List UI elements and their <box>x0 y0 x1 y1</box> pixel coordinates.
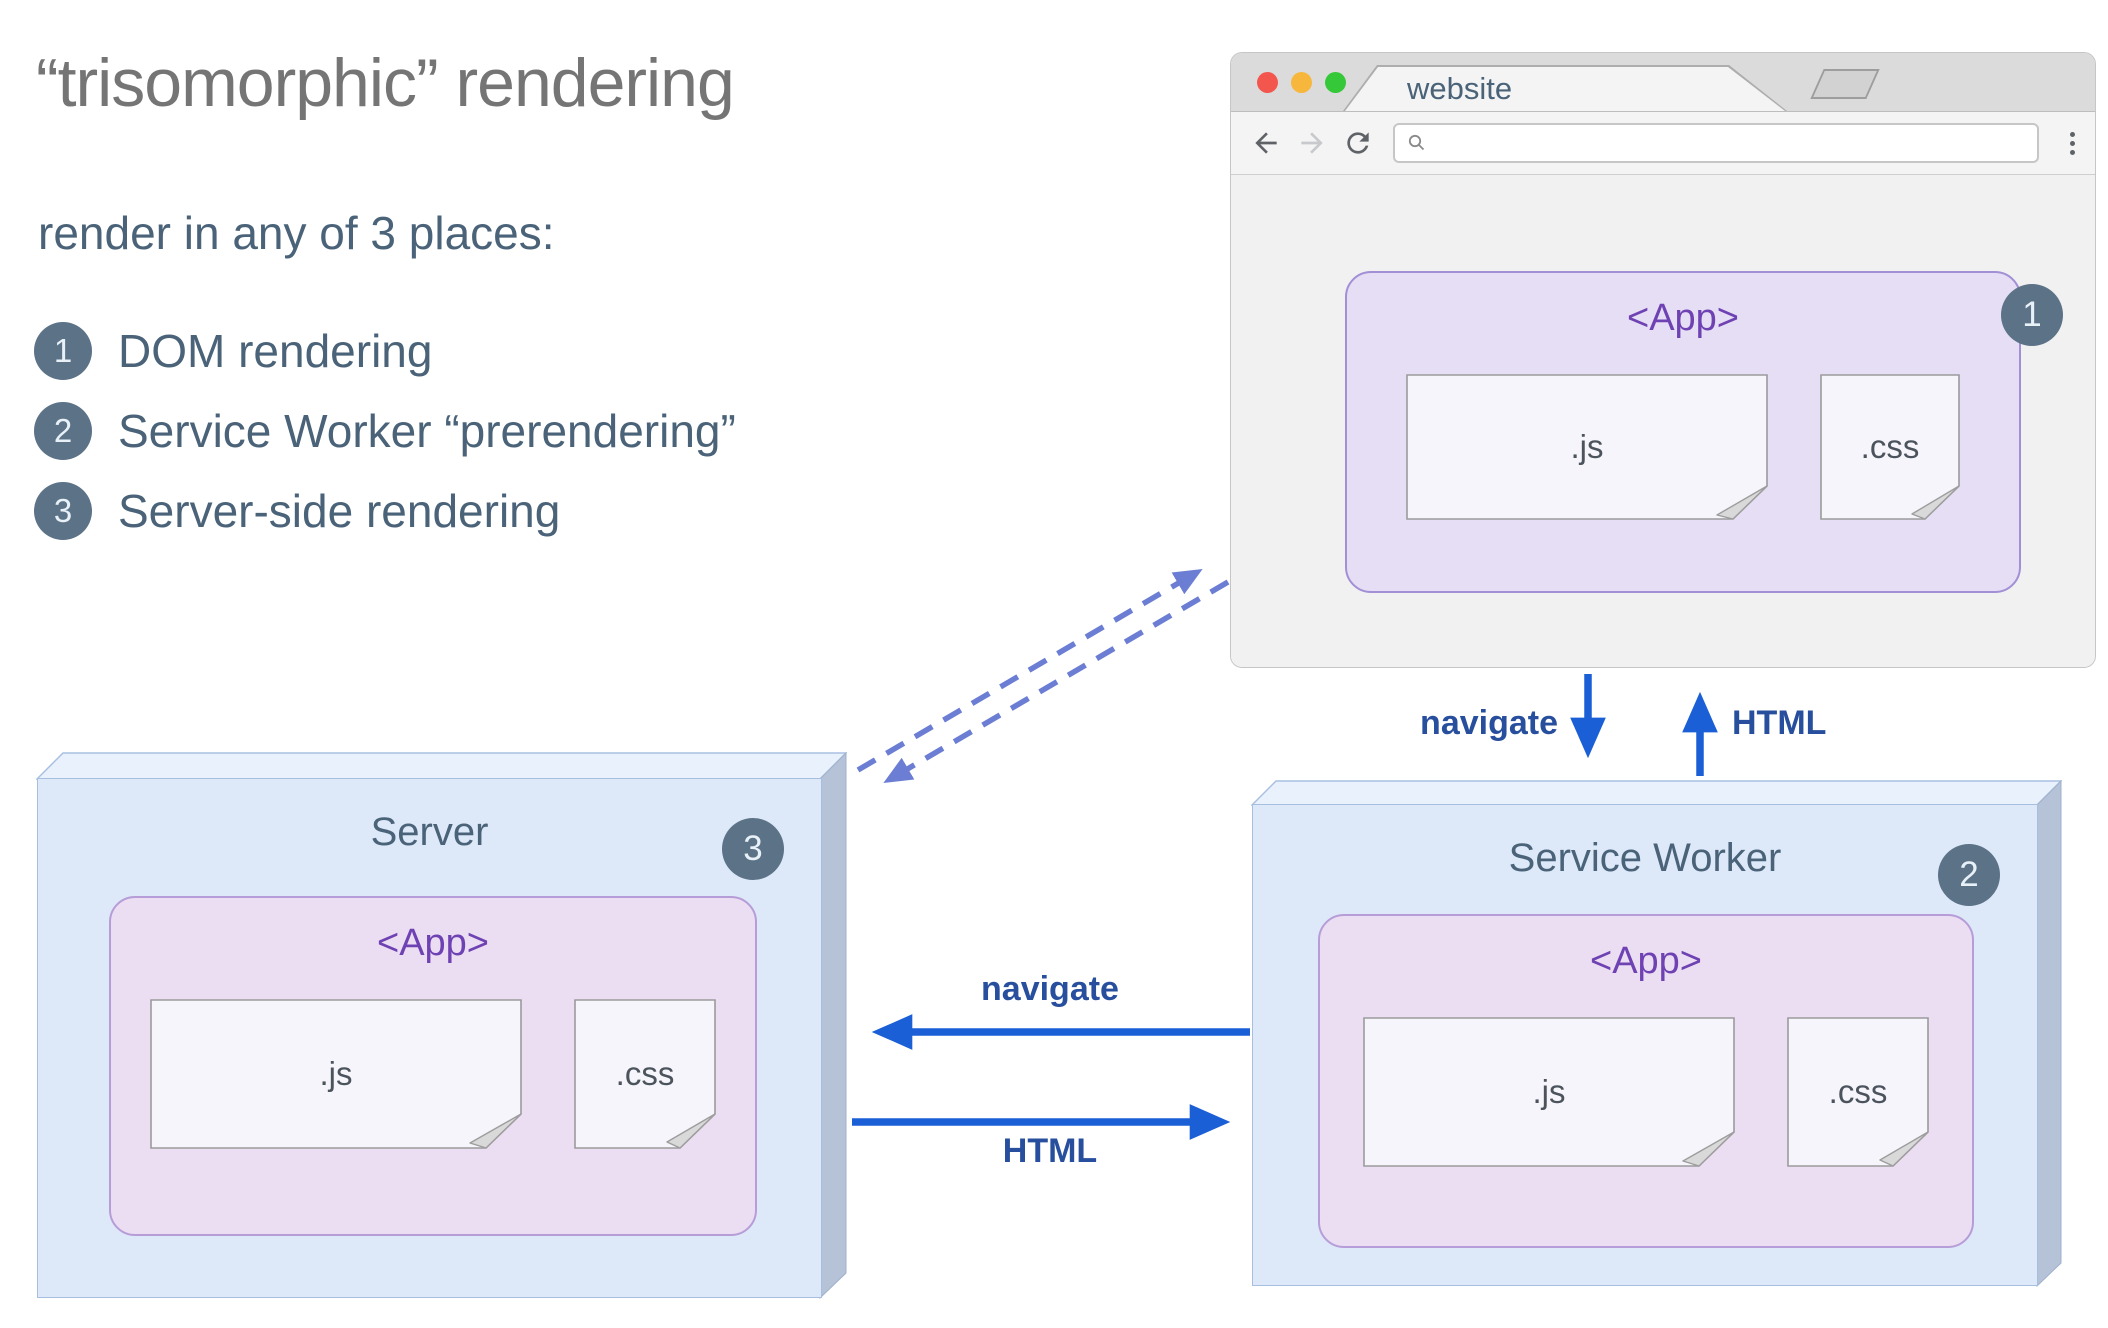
close-window-icon[interactable] <box>1257 72 1278 93</box>
forward-arrow-icon <box>1301 132 1323 154</box>
dashed-arrow-to-server <box>883 579 1230 784</box>
refresh-button[interactable] <box>1341 126 1375 160</box>
legend-badge-2: 2 <box>34 402 92 460</box>
browser-content: 1 <App> .js .css <box>1231 271 2095 667</box>
service-worker-box: Service Worker 2 <App> .js .css <box>1251 780 2062 1287</box>
search-icon <box>1408 134 1425 151</box>
page-title: “trisomorphic” rendering <box>36 45 735 121</box>
navigate-left-label: navigate <box>981 970 1119 1008</box>
navigate-down-label: navigate <box>1420 704 1558 742</box>
html-up-label: HTML <box>1732 704 1827 742</box>
server-box: Server 3 <App> .js .css <box>36 752 847 1299</box>
server-title: Server <box>370 810 489 854</box>
tab-bar: website <box>1231 53 2095 112</box>
legend-item-server-side-rendering: 3 Server-side rendering <box>34 482 736 540</box>
browser-toolbar <box>1231 112 2095 175</box>
subtitle: render in any of 3 places: <box>38 207 555 259</box>
css-file-card: .css <box>1820 374 1960 520</box>
badge-1: 1 <box>2001 284 2063 346</box>
app-component-label: <App> <box>377 922 489 964</box>
js-file-card: .js <box>1363 1017 1735 1167</box>
legend: 1 DOM rendering 2 Service Worker “preren… <box>34 322 736 540</box>
css-file-card: .css <box>1787 1017 1929 1167</box>
service-worker-title: Service Worker <box>1508 836 1782 880</box>
tab-title: website <box>1407 71 1513 106</box>
legend-label: Service Worker “prerendering” <box>118 405 736 457</box>
app-component-label: <App> <box>1590 940 1702 982</box>
legend-badge-1: 1 <box>34 322 92 380</box>
back-button[interactable] <box>1249 126 1283 160</box>
app-box-service-worker: <App> .js .css <box>1318 914 1974 1248</box>
css-file-card: .css <box>574 999 716 1149</box>
js-file-card: .js <box>150 999 522 1149</box>
forward-button[interactable] <box>1295 126 1329 160</box>
legend-item-service-worker-prerendering: 2 Service Worker “prerendering” <box>34 402 736 460</box>
maximize-window-icon[interactable] <box>1325 72 1346 93</box>
refresh-icon <box>1347 132 1369 154</box>
legend-item-dom-rendering: 1 DOM rendering <box>34 322 736 380</box>
window-controls <box>1257 72 1346 93</box>
app-component-label: <App> <box>1627 297 1739 339</box>
legend-label: DOM rendering <box>118 325 433 377</box>
dashed-arrow-to-browser <box>856 568 1203 773</box>
browser-tab[interactable]: website <box>1343 65 1787 111</box>
back-arrow-icon <box>1255 132 1277 154</box>
app-box-browser: <App> .js .css <box>1345 271 2021 593</box>
browser-window: website 1 <App> .js .css <box>1230 52 2096 668</box>
legend-badge-3: 3 <box>34 482 92 540</box>
browser-menu-icon[interactable] <box>2070 131 2075 155</box>
minimize-window-icon[interactable] <box>1291 72 1312 93</box>
url-bar[interactable] <box>1393 123 2039 163</box>
trisomorphic-rendering-diagram: “trisomorphic” rendering render in any o… <box>0 0 2108 1328</box>
html-right-label: HTML <box>1002 1132 1098 1170</box>
new-tab-button[interactable] <box>1810 69 1880 99</box>
app-box-server: <App> .js .css <box>109 896 757 1236</box>
js-file-card: .js <box>1406 374 1768 520</box>
legend-label: Server-side rendering <box>118 485 561 537</box>
badge-2: 2 <box>1938 844 2000 906</box>
badge-3: 3 <box>722 818 784 880</box>
